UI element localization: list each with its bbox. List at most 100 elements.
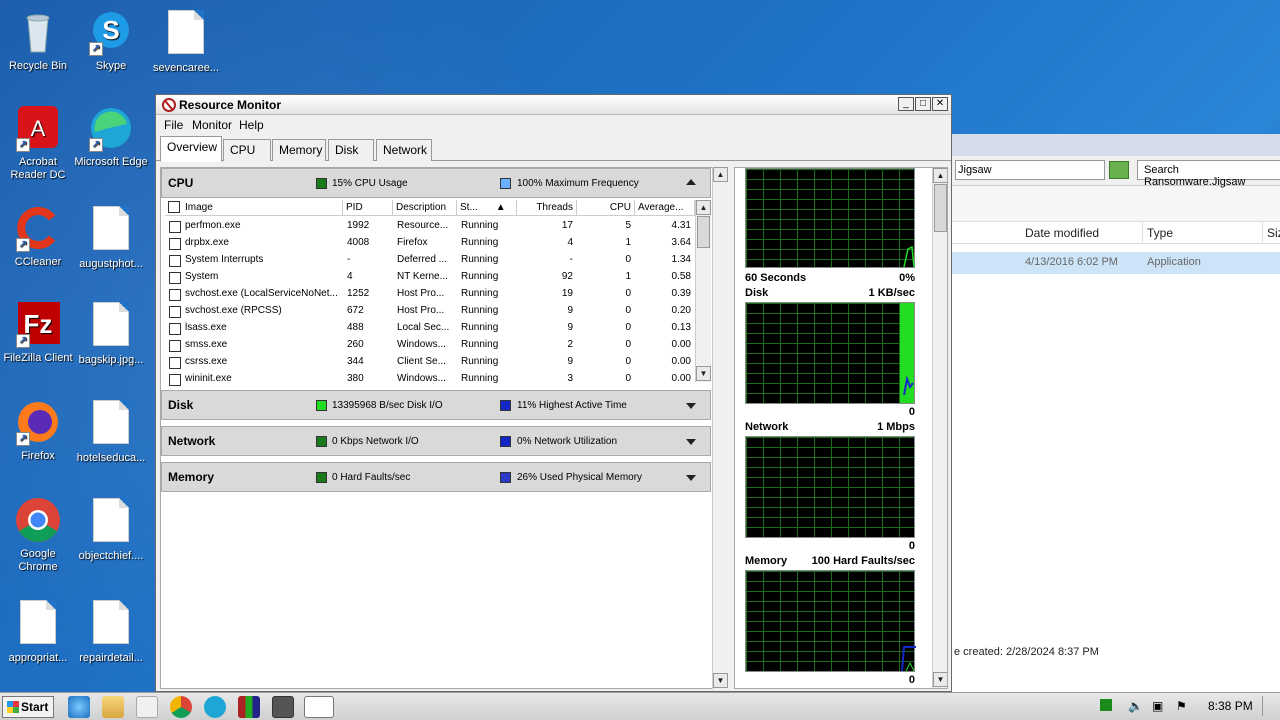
terminal-icon[interactable]: [272, 696, 294, 718]
winrar-icon[interactable]: [238, 696, 260, 718]
address-field[interactable]: Jigsaw: [955, 160, 1105, 180]
collapse-chevron-icon[interactable]: [686, 179, 696, 185]
menu-monitor[interactable]: Monitor: [192, 118, 232, 132]
desktop-icon-recycle-bin[interactable]: Recycle Bin: [0, 8, 76, 73]
internet-explorer-icon[interactable]: [68, 696, 90, 718]
column-threads[interactable]: Threads: [517, 200, 577, 216]
memory-section-header[interactable]: Memory 0 Hard Faults/sec 26% Used Physic…: [161, 462, 711, 492]
row-checkbox[interactable]: [169, 238, 181, 250]
column-size[interactable]: Size: [1263, 222, 1280, 244]
resource-monitor-taskbar-icon[interactable]: [304, 696, 334, 718]
desktop-icon-appropriat[interactable]: appropriat...: [0, 598, 76, 665]
row-checkbox[interactable]: [169, 340, 181, 352]
table-row[interactable]: drpbx.exe 4008 Firefox Running 4 1 3.64: [165, 235, 695, 252]
tab-memory[interactable]: Memory: [272, 139, 326, 161]
explorer-titlebar[interactable]: [951, 134, 1280, 156]
titlebar[interactable]: Resource Monitor _ □ ✕: [156, 95, 951, 115]
desktop-icon-objectchief[interactable]: objectchief....: [73, 496, 149, 563]
network-tray-icon[interactable]: ▣: [1152, 699, 1163, 713]
table-row[interactable]: svchost.exe (LocalServiceNoNet... 1252 Hos…: [165, 286, 695, 303]
desktop-icon-chrome[interactable]: Google Chrome: [0, 496, 76, 574]
scroll-down-icon[interactable]: ▼: [933, 672, 947, 687]
search-input[interactable]: Search Ransomware.Jigsaw: [1137, 160, 1280, 188]
process-scrollbar[interactable]: ▲ ▼: [695, 200, 711, 382]
desktop-icon-augustphot[interactable]: augustphot...: [73, 204, 149, 271]
desktop-icon-acrobat[interactable]: A ↗ Acrobat Reader DC: [0, 104, 76, 182]
row-checkbox[interactable]: [169, 289, 181, 301]
row-checkbox[interactable]: [169, 306, 181, 318]
maximize-button[interactable]: □: [915, 97, 931, 111]
table-row[interactable]: wininit.exe 380 Windows... Running 3 0 0.00: [165, 371, 695, 388]
table-row[interactable]: svchost.exe (RPCSS) 672 Host Pro... Running…: [165, 303, 695, 320]
minimize-button[interactable]: _: [898, 97, 914, 111]
perf-tray-icon[interactable]: [1100, 699, 1112, 711]
overview-scrollbar[interactable]: ▲ ▼: [712, 167, 728, 689]
menu-file[interactable]: File: [164, 118, 183, 132]
tab-overview[interactable]: Overview: [160, 136, 222, 162]
row-checkbox[interactable]: [169, 255, 181, 267]
file-explorer-icon[interactable]: [102, 696, 124, 718]
desktop-icon-ccleaner[interactable]: ↗ CCleaner: [0, 204, 76, 269]
scroll-down-icon[interactable]: ▼: [713, 673, 728, 688]
desktop-icon-firefox[interactable]: ↗ Firefox: [0, 398, 76, 463]
cell-cpu: 0: [625, 305, 631, 316]
network-section-header[interactable]: Network 0 Kbps Network I/O 0% Network Ut…: [161, 426, 711, 456]
scroll-down-icon[interactable]: ▼: [696, 366, 711, 381]
chrome-taskbar-icon[interactable]: [170, 696, 192, 718]
tab-disk[interactable]: Disk: [328, 139, 374, 161]
edge-taskbar-icon[interactable]: [204, 696, 226, 718]
table-row[interactable]: lsass.exe 488 Local Sec... Running 9 0 0.13: [165, 320, 695, 337]
volume-icon[interactable]: 🔈: [1128, 699, 1143, 713]
graphs-scrollbar[interactable]: ▲ ▼: [932, 168, 947, 688]
desktop-icon-edge[interactable]: ↗ Microsoft Edge: [73, 104, 149, 169]
tab-network[interactable]: Network: [376, 139, 432, 161]
cpu-section-header[interactable]: CPU 15% CPU Usage 100% Maximum Frequency: [161, 168, 711, 198]
file-row[interactable]: 4/13/2016 6:02 PM Application: [951, 252, 1280, 274]
desktop-icon-filezilla[interactable]: Fz ↗ FileZilla Client: [0, 300, 76, 365]
resource-monitor-window[interactable]: Resource Monitor _ □ ✕ File Monitor Help…: [155, 94, 952, 692]
row-checkbox[interactable]: [169, 272, 181, 284]
table-row[interactable]: System Interrupts - Deferred ... Running - 0 1…: [165, 252, 695, 269]
expand-chevron-icon[interactable]: [686, 475, 696, 481]
column-type[interactable]: Type: [1143, 222, 1263, 244]
select-all-checkbox[interactable]: [168, 201, 180, 213]
desktop-icon-bagskip[interactable]: bagskip.jpg...: [73, 300, 149, 367]
refresh-icon[interactable]: [1109, 161, 1129, 179]
desktop-icon-sevencaree[interactable]: sevencaree...: [148, 8, 224, 75]
scroll-thumb[interactable]: [934, 184, 947, 232]
disk-section-header[interactable]: Disk 13395968 B/sec Disk I/O 11% Highest…: [161, 390, 711, 420]
network-util-indicator: [500, 436, 511, 447]
column-cpu[interactable]: CPU: [577, 200, 635, 216]
desktop-icon-hotelseduca[interactable]: hotelseduca...: [73, 398, 149, 465]
menu-help[interactable]: Help: [239, 118, 264, 132]
row-checkbox[interactable]: [169, 323, 181, 335]
tab-cpu[interactable]: CPU: [223, 139, 271, 161]
column-average[interactable]: Average...: [635, 200, 695, 216]
start-button[interactable]: Start: [2, 696, 54, 718]
scroll-thumb[interactable]: [697, 216, 710, 248]
column-description[interactable]: Description: [393, 200, 457, 216]
row-checkbox[interactable]: [169, 357, 181, 369]
expand-chevron-icon[interactable]: [686, 403, 696, 409]
scroll-up-icon[interactable]: ▲: [696, 200, 711, 215]
close-button[interactable]: ✕: [932, 97, 948, 111]
expand-chevron-icon[interactable]: [686, 439, 696, 445]
scroll-up-icon[interactable]: ▲: [933, 168, 947, 183]
desktop-icon-repairdetail[interactable]: repairdetail...: [73, 598, 149, 665]
column-image[interactable]: Image: [165, 200, 343, 216]
clock[interactable]: 8:38 PM: [1208, 699, 1253, 713]
show-desktop-button[interactable]: [1262, 696, 1276, 716]
media-player-icon[interactable]: [136, 696, 158, 718]
column-pid[interactable]: PID: [343, 200, 393, 216]
desktop-icon-skype[interactable]: S ↗ Skype: [73, 8, 149, 73]
column-status[interactable]: St... ▲: [457, 200, 517, 216]
table-row[interactable]: csrss.exe 344 Client Se... Running 9 0 0.00: [165, 354, 695, 371]
row-checkbox[interactable]: [169, 374, 181, 386]
column-date-modified[interactable]: Date modified: [1021, 222, 1143, 244]
row-checkbox[interactable]: [169, 221, 181, 233]
table-row[interactable]: System 4 NT Kerne... Running 92 1 0.58: [165, 269, 695, 286]
table-row[interactable]: perfmon.exe 1992 Resource... Running 17 5 4.31: [165, 218, 695, 235]
action-center-flag-icon[interactable]: ⚑: [1176, 699, 1187, 713]
scroll-up-icon[interactable]: ▲: [713, 167, 728, 182]
table-row[interactable]: smss.exe 260 Windows... Running 2 0 0.00: [165, 337, 695, 354]
